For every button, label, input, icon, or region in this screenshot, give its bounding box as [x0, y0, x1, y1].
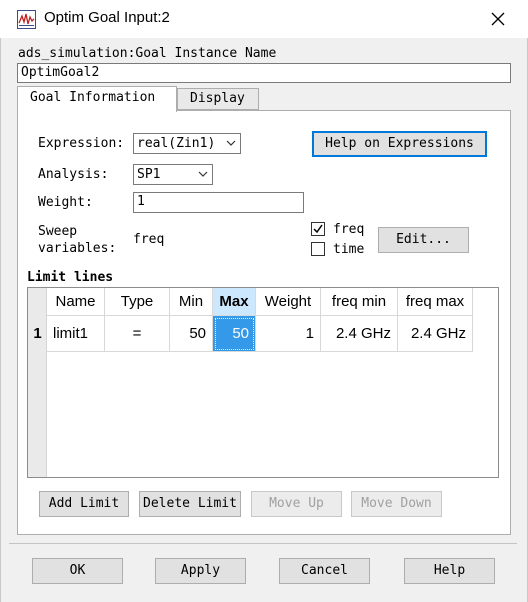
expression-dropdown[interactable]: real(Zin1)	[133, 133, 241, 154]
window-title: Optim Goal Input:2	[44, 9, 170, 26]
column-header-freq-min[interactable]: freq min	[321, 288, 398, 316]
instance-name-input[interactable]: OptimGoal2	[17, 63, 511, 83]
cell-freq-max[interactable]: 2.4 GHz	[398, 316, 473, 352]
ok-button[interactable]: OK	[32, 558, 123, 584]
freq-checkbox-label: freq	[333, 222, 365, 237]
move-up-button[interactable]: Move Up	[251, 491, 342, 517]
column-header-name[interactable]: Name	[47, 288, 105, 316]
chevron-down-icon	[198, 171, 208, 177]
expression-label: Expression:	[38, 136, 125, 151]
analysis-value: SP1	[137, 167, 161, 182]
sweep-label-line2: variables:	[38, 241, 117, 256]
instance-name-label: ads_simulation:Goal Instance Name	[18, 46, 277, 61]
app-icon	[17, 10, 36, 29]
cell-name[interactable]: limit1	[47, 316, 105, 352]
analysis-label: Analysis:	[38, 167, 109, 182]
cell-type[interactable]: =	[105, 316, 170, 352]
row-number[interactable]: 1	[28, 316, 47, 352]
cell-weight[interactable]: 1	[256, 316, 321, 352]
analysis-dropdown[interactable]: SP1	[133, 164, 213, 185]
title-bar: Optim Goal Input:2	[0, 0, 528, 38]
help-on-expressions-button[interactable]: Help on Expressions	[312, 131, 487, 157]
add-limit-button[interactable]: Add Limit	[39, 491, 129, 517]
tab-display[interactable]: Display	[177, 88, 259, 110]
weight-input[interactable]: 1	[133, 192, 304, 213]
expression-value: real(Zin1)	[137, 136, 216, 151]
delete-limit-button[interactable]: Delete Limit	[139, 491, 241, 517]
limit-lines-table: Name Type Min Max Weight freq min freq m…	[27, 287, 499, 478]
footer-separator	[9, 543, 517, 544]
chevron-down-icon	[226, 140, 236, 146]
tab-goal-information[interactable]: Goal Information	[17, 86, 177, 112]
freq-checkbox[interactable]	[311, 222, 325, 236]
column-header-freq-max[interactable]: freq max	[398, 288, 473, 316]
limit-lines-title: Limit lines	[27, 270, 114, 285]
cell-freq-min[interactable]: 2.4 GHz	[321, 316, 398, 352]
column-header-min[interactable]: Min	[170, 288, 213, 316]
column-header-type[interactable]: Type	[105, 288, 170, 316]
sweep-label-line1: Sweep	[38, 224, 78, 239]
column-header-weight[interactable]: Weight	[256, 288, 321, 316]
time-checkbox-label: time	[333, 242, 365, 257]
weight-label: Weight:	[38, 195, 93, 210]
sweep-variables-value: freq	[133, 232, 165, 247]
cell-min[interactable]: 50	[170, 316, 213, 352]
edit-sweep-button[interactable]: Edit...	[378, 227, 469, 253]
column-header-max[interactable]: Max	[213, 288, 256, 316]
cell-max[interactable]: 50	[213, 316, 256, 352]
cancel-button[interactable]: Cancel	[279, 558, 370, 584]
help-button[interactable]: Help	[404, 558, 495, 584]
close-button[interactable]	[484, 6, 512, 32]
checkmark-icon	[313, 224, 323, 234]
time-checkbox[interactable]	[311, 242, 325, 256]
close-icon	[491, 12, 505, 26]
move-down-button[interactable]: Move Down	[351, 491, 442, 517]
apply-button[interactable]: Apply	[155, 558, 246, 584]
